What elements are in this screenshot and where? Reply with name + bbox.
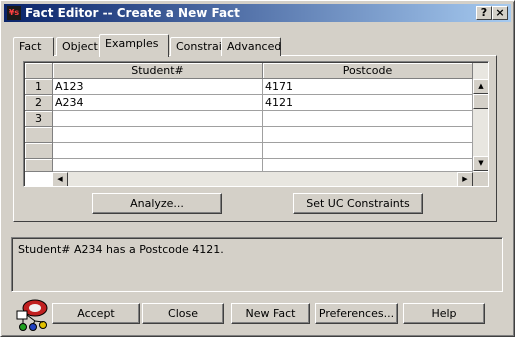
column-header-postcode[interactable]: Postcode (263, 63, 473, 79)
scroll-left-icon[interactable]: ◀ (52, 172, 68, 186)
title-bar[interactable]: ¥s Fact Editor -- Create a New Fact ? × (4, 4, 511, 22)
grid-cell-postcode-1[interactable]: 4171 (263, 79, 473, 95)
grid-cell-postcode-3[interactable] (263, 111, 473, 127)
status-message-box: Student# A234 has a Postcode 4121. (11, 237, 503, 292)
column-header-student[interactable]: Student# (53, 63, 263, 79)
fact-editor-window: ¥s Fact Editor -- Create a New Fact ? × … (0, 0, 515, 337)
preferences-button[interactable]: Preferences... (315, 303, 398, 324)
title-help-button[interactable]: ? (476, 6, 492, 20)
scroll-right-icon[interactable]: ▶ (457, 172, 473, 186)
grid-cell-postcode-5[interactable] (263, 143, 473, 159)
scrollbar-corner (473, 172, 488, 186)
vertical-scroll-thumb[interactable] (473, 94, 488, 109)
grid-cell-student-2[interactable]: A234 (53, 95, 263, 111)
grid-cell-postcode-6[interactable] (263, 159, 473, 172)
tab-advanced[interactable]: Advanced (221, 37, 281, 56)
row-header-1[interactable]: 1 (25, 79, 53, 95)
set-uc-constraints-button[interactable]: Set UC Constraints (293, 193, 423, 214)
row-header-4[interactable] (25, 127, 53, 143)
new-fact-button[interactable]: New Fact (231, 303, 310, 324)
tab-examples[interactable]: Examples (99, 34, 169, 57)
grid-cell-student-1[interactable]: A123 (53, 79, 263, 95)
examples-grid[interactable]: Student# Postcode 1 A123 4171 2 A234 412… (23, 61, 489, 187)
window-title: Fact Editor -- Create a New Fact (25, 6, 240, 20)
row-header-2[interactable]: 2 (25, 95, 53, 111)
tab-fact[interactable]: Fact (13, 37, 54, 56)
accept-button[interactable]: Accept (52, 303, 140, 324)
grid-cell-student-5[interactable] (53, 143, 263, 159)
row-header-3[interactable]: 3 (25, 111, 53, 127)
grid-cell-student-6[interactable] (53, 159, 263, 172)
grid-horizontal-scrollbar[interactable]: ◀ ▶ (52, 172, 473, 186)
scroll-up-icon[interactable]: ▲ (473, 79, 488, 94)
title-close-button[interactable]: × (492, 6, 508, 20)
app-logo-icon (15, 297, 51, 333)
close-button[interactable]: Close (142, 303, 224, 324)
row-header-5[interactable] (25, 143, 53, 159)
grid-cell-postcode-2[interactable]: 4121 (263, 95, 473, 111)
grid-cell-student-4[interactable] (53, 127, 263, 143)
status-message: Student# A234 has a Postcode 4121. (18, 243, 224, 256)
grid-vertical-scrollbar[interactable]: ▲ ▼ (473, 63, 488, 171)
scroll-down-icon[interactable]: ▼ (473, 156, 488, 171)
help-button[interactable]: Help (403, 303, 485, 324)
analyze-button[interactable]: Analyze... (92, 193, 222, 214)
row-header-6[interactable] (25, 159, 53, 172)
grid-corner-header (25, 63, 53, 79)
grid-cell-postcode-4[interactable] (263, 127, 473, 143)
app-title-icon: ¥s (7, 6, 21, 20)
grid-cell-student-3[interactable] (53, 111, 263, 127)
